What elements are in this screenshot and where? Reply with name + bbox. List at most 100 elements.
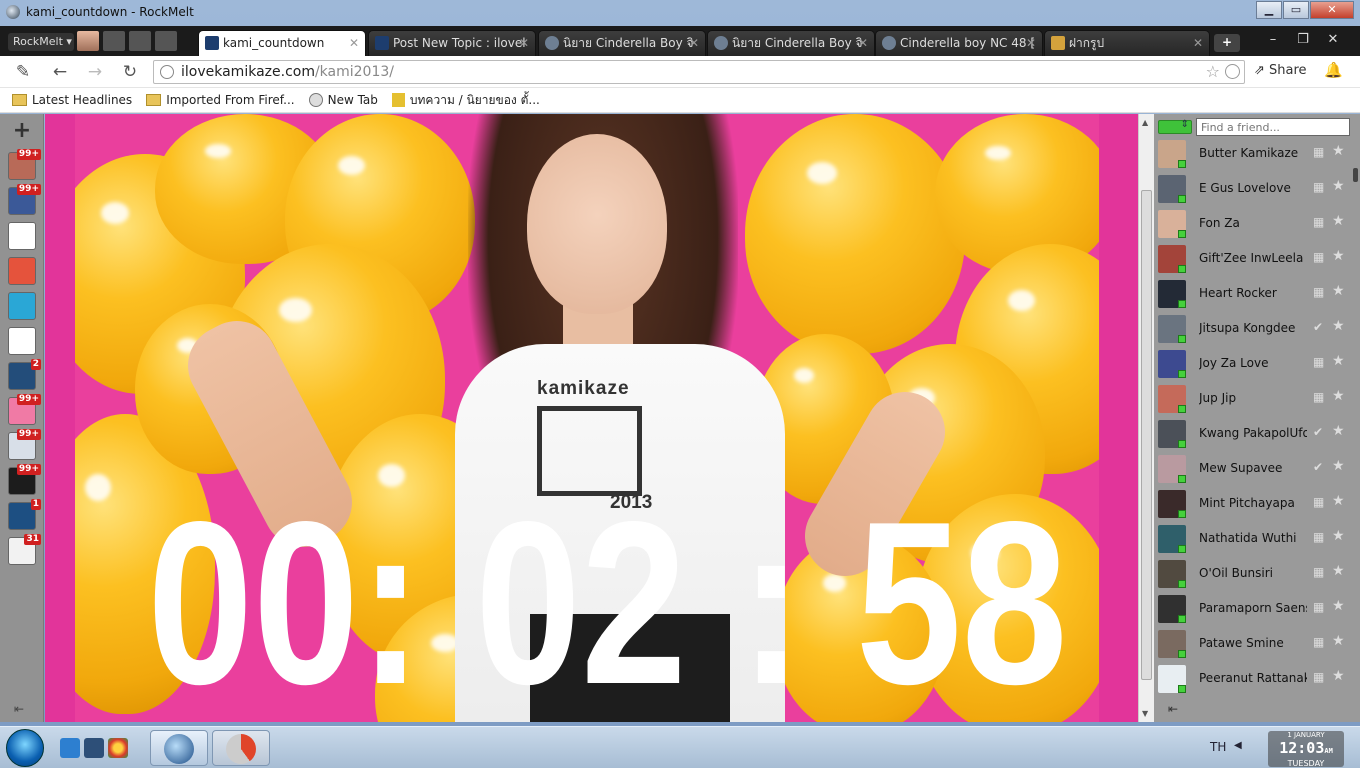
tab-close-icon[interactable]: ✕ bbox=[1026, 31, 1036, 55]
favorite-star-icon[interactable]: ★ bbox=[1332, 458, 1345, 474]
friend-avatar-icon[interactable] bbox=[77, 31, 99, 51]
friend-row[interactable]: Kwang PakapolUfo... ✔ ★ bbox=[1154, 417, 1360, 452]
tab-close-icon[interactable]: ✕ bbox=[689, 31, 699, 55]
favorite-star-icon[interactable]: ★ bbox=[1332, 213, 1345, 229]
friend-row[interactable]: Mew Supavee ✔ ★ bbox=[1154, 452, 1360, 487]
close-icon[interactable]: ✕ bbox=[1318, 32, 1348, 47]
gift-icon[interactable]: ▦ bbox=[1313, 565, 1324, 579]
close-button[interactable]: ✕ bbox=[1310, 1, 1354, 19]
tab-close-icon[interactable]: ✕ bbox=[349, 31, 359, 55]
start-button[interactable] bbox=[6, 729, 44, 767]
taskbar-rockmelt[interactable] bbox=[150, 730, 208, 766]
favorite-star-icon[interactable]: ★ bbox=[1332, 493, 1345, 509]
gift-icon[interactable]: ▦ bbox=[1313, 635, 1324, 649]
forward-icon[interactable]: → bbox=[85, 62, 105, 82]
bookmark-imported-firefox[interactable]: Imported From Firef... bbox=[146, 93, 295, 107]
tab-close-icon[interactable]: ✕ bbox=[519, 31, 529, 55]
gift-icon[interactable]: ▦ bbox=[1313, 285, 1324, 299]
globe-icon[interactable] bbox=[155, 31, 177, 51]
tab-cinderella-nc48[interactable]: Cinderella boy NC 48 [ ✕ bbox=[875, 30, 1043, 56]
address-bar[interactable]: ilovekamikaze.com/kami2013/ ☆ bbox=[153, 60, 1245, 84]
friend-row[interactable]: Joy Za Love ▦ ★ bbox=[1154, 347, 1360, 382]
tab-kami-countdown[interactable]: kami_countdown ✕ bbox=[198, 30, 366, 56]
compose-icon[interactable]: ✎ bbox=[13, 62, 33, 82]
friend-row[interactable]: Peeranut Rattanak... ▦ ★ bbox=[1154, 662, 1360, 697]
people-icon[interactable] bbox=[103, 31, 125, 51]
friend-list-scrollbar[interactable] bbox=[1353, 168, 1358, 182]
back-icon[interactable]: ← bbox=[50, 62, 70, 82]
gift-icon[interactable]: ▦ bbox=[1313, 390, 1324, 404]
favorite-star-icon[interactable]: ★ bbox=[1332, 388, 1345, 404]
gmail-app-icon[interactable] bbox=[8, 222, 36, 250]
favorite-star-icon[interactable]: ★ bbox=[1332, 248, 1345, 264]
check-icon[interactable]: ✔ bbox=[1313, 320, 1323, 334]
favorite-star-icon[interactable]: ★ bbox=[1332, 318, 1345, 334]
gift-icon[interactable]: ▦ bbox=[1313, 530, 1324, 544]
minimize-icon[interactable]: – bbox=[1258, 32, 1288, 47]
friend-row[interactable]: Jup Jip ▦ ★ bbox=[1154, 382, 1360, 417]
tab-cinderella-1[interactable]: นิยาย Cinderella Boy จิ ✕ bbox=[538, 30, 706, 56]
chrome-icon[interactable] bbox=[108, 738, 128, 758]
lol-app-icon[interactable]: 99+ bbox=[8, 464, 41, 495]
online-status-toggle[interactable] bbox=[1158, 119, 1192, 134]
tray-expand-icon[interactable]: ◀ bbox=[1234, 740, 1242, 751]
google-plus-app-icon[interactable] bbox=[8, 257, 36, 285]
chat-icon[interactable] bbox=[129, 31, 151, 51]
meebo-app-icon[interactable] bbox=[8, 292, 36, 320]
new-tab-button[interactable]: + bbox=[1214, 34, 1240, 52]
tab-upload-image[interactable]: ฝากรูป ✕ bbox=[1044, 30, 1210, 56]
reload-icon[interactable]: ↻ bbox=[120, 62, 140, 82]
friend-row[interactable]: Butter Kamikaze ▦ ★ bbox=[1154, 137, 1360, 172]
friend-row[interactable]: Nathatida Wuthi ▦ ★ bbox=[1154, 522, 1360, 557]
scrollbar-thumb[interactable] bbox=[1141, 190, 1152, 680]
friend-row[interactable]: Gift'Zee InwLeela ▦ ★ bbox=[1154, 242, 1360, 277]
profile-avatar-app-icon[interactable]: 99+ bbox=[8, 149, 41, 180]
favorite-star-icon[interactable]: ★ bbox=[1332, 563, 1345, 579]
favorite-star-icon[interactable]: ★ bbox=[1332, 598, 1345, 614]
collapse-friends-icon[interactable]: ⇤ bbox=[1168, 702, 1178, 716]
desktop-icon[interactable] bbox=[84, 738, 104, 758]
facebook-app-icon[interactable]: 99+ bbox=[8, 184, 41, 215]
tab-cinderella-2[interactable]: นิยาย Cinderella Boy จิ ✕ bbox=[707, 30, 875, 56]
heart-app-icon[interactable]: 99+ bbox=[8, 394, 41, 425]
tab-close-icon[interactable]: ✕ bbox=[1193, 31, 1203, 55]
tab-close-icon[interactable]: ✕ bbox=[858, 31, 868, 55]
rockmelt-menu-button[interactable]: RockMelt ▾ bbox=[8, 33, 74, 51]
internet-explorer-icon[interactable] bbox=[60, 738, 80, 758]
check-icon[interactable]: ✔ bbox=[1313, 460, 1323, 474]
gift-icon[interactable]: ▦ bbox=[1313, 145, 1324, 159]
share-button[interactable]: ⇗ Share bbox=[1254, 63, 1307, 78]
gift-icon[interactable]: ▦ bbox=[1313, 180, 1324, 194]
gift-icon[interactable]: ▦ bbox=[1313, 495, 1324, 509]
url-text[interactable]: ilovekamikaze.com/kami2013/ bbox=[181, 64, 394, 80]
system-clock[interactable]: 1 JANUARY 12:03AM TUESDAY bbox=[1268, 731, 1344, 768]
bird-app-icon[interactable]: 31 bbox=[8, 534, 41, 565]
favorite-star-icon[interactable]: ★ bbox=[1332, 668, 1345, 684]
favorite-star-icon[interactable]: ★ bbox=[1332, 353, 1345, 369]
favorite-star-icon[interactable]: ★ bbox=[1332, 283, 1345, 299]
favorite-star-icon[interactable]: ★ bbox=[1332, 143, 1345, 159]
globe-app-icon[interactable]: 2 bbox=[8, 359, 41, 390]
favorite-star-icon[interactable]: ★ bbox=[1332, 423, 1345, 439]
notifications-bell-icon[interactable]: 🔔 bbox=[1324, 61, 1343, 79]
youtube-app-icon[interactable] bbox=[8, 327, 36, 355]
gift-icon[interactable]: ▦ bbox=[1313, 670, 1324, 684]
find-friend-input[interactable] bbox=[1196, 118, 1350, 136]
friend-row[interactable]: Paramaporn Saens... ▦ ★ bbox=[1154, 592, 1360, 627]
clock-app-icon[interactable]: 1 bbox=[8, 499, 41, 530]
restore-icon[interactable]: ❐ bbox=[1288, 32, 1318, 47]
tab-post-new-topic[interactable]: Post New Topic : ilovel ✕ bbox=[368, 30, 536, 56]
gift-icon[interactable]: ▦ bbox=[1313, 250, 1324, 264]
shield-app-icon[interactable]: 99+ bbox=[8, 429, 41, 460]
gift-icon[interactable]: ▦ bbox=[1313, 215, 1324, 229]
taskbar-app-2[interactable] bbox=[212, 730, 270, 766]
page-scrollbar[interactable]: ▲ ▼ bbox=[1138, 114, 1154, 722]
friend-row[interactable]: E Gus Lovelove ▦ ★ bbox=[1154, 172, 1360, 207]
check-icon[interactable]: ✔ bbox=[1313, 425, 1323, 439]
gift-icon[interactable]: ▦ bbox=[1313, 355, 1324, 369]
add-app-icon[interactable]: + bbox=[10, 120, 34, 144]
scroll-down-icon[interactable]: ▼ bbox=[1142, 709, 1148, 718]
bookmark-new-tab[interactable]: New Tab bbox=[308, 93, 378, 107]
input-language-indicator[interactable]: TH bbox=[1210, 740, 1226, 754]
friend-row[interactable]: Jitsupa Kongdee ✔ ★ bbox=[1154, 312, 1360, 347]
